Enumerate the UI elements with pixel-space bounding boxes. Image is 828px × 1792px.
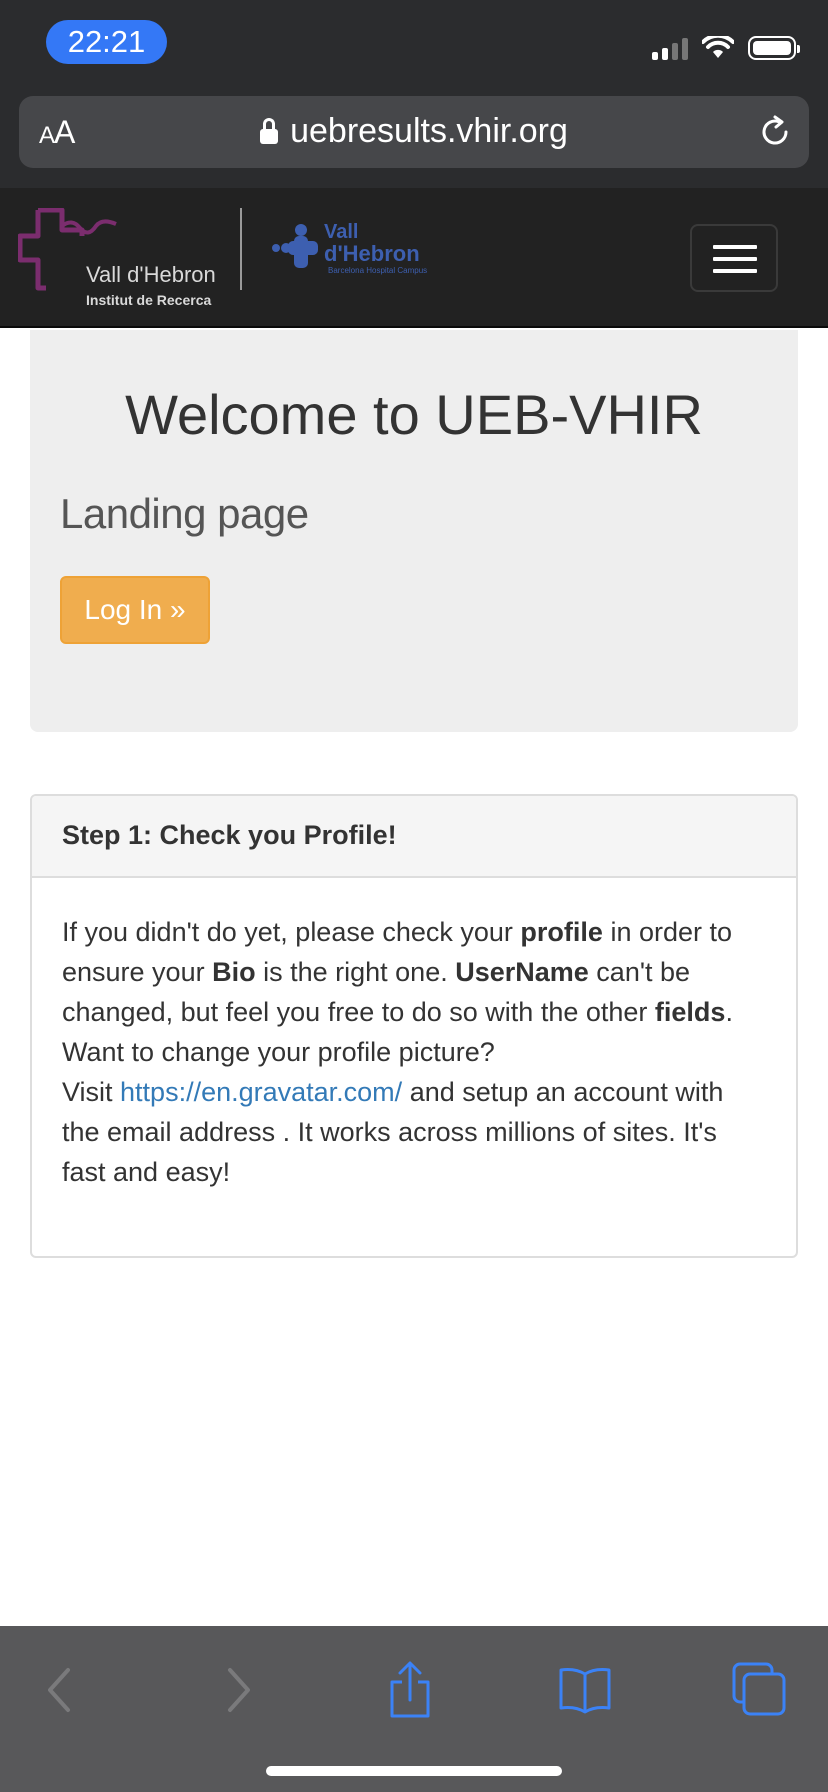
- home-indicator[interactable]: [266, 1766, 562, 1776]
- vhir-logo-subtitle: Institut de Recerca: [86, 292, 212, 308]
- address-bar[interactable]: AA uebresults.vhir.org: [19, 96, 809, 168]
- campus-cross-icon: [272, 224, 318, 268]
- browser-toolbar: [0, 1626, 828, 1792]
- tabs-icon[interactable]: [730, 1660, 790, 1720]
- reload-icon[interactable]: [757, 114, 793, 150]
- lock-icon: [260, 118, 279, 144]
- campus-logo-line1: Vall: [324, 221, 359, 243]
- vhir-logo[interactable]: Vall d'Hebron Institut de Recerca: [18, 208, 218, 308]
- profile-term: profile: [520, 917, 603, 947]
- site-header: Vall d'Hebron Institut de Recerca Vall d…: [0, 188, 828, 328]
- step1-panel: Step 1: Check you Profile! If you didn't…: [30, 794, 798, 1258]
- logo-divider: [240, 208, 242, 290]
- battery-icon: [748, 36, 800, 60]
- fields-term: fields: [654, 997, 726, 1027]
- hamburger-icon: [713, 245, 757, 249]
- vhir-logo-name: Vall d'Hebron: [86, 262, 216, 287]
- username-term: UserName: [455, 957, 589, 987]
- back-icon[interactable]: [32, 1660, 92, 1720]
- url-display[interactable]: uebresults.vhir.org: [19, 112, 809, 151]
- url-text: uebresults.vhir.org: [290, 112, 568, 150]
- profile-picture-question: Want to change your profile picture?: [62, 1037, 495, 1067]
- panel-body: If you didn't do yet, please check your …: [62, 917, 733, 1187]
- page-title: Welcome to UEB-VHIR: [125, 383, 703, 446]
- campus-logo-line3: Barcelona Hospital Campus: [328, 266, 428, 275]
- bio-term: Bio: [212, 957, 256, 987]
- status-icons: [652, 34, 800, 60]
- share-icon[interactable]: [380, 1660, 440, 1720]
- browser-address-area: AA uebresults.vhir.org: [0, 96, 828, 188]
- cellular-signal-icon: [652, 36, 688, 60]
- campus-logo-line2: d'Hebron: [324, 241, 420, 266]
- gravatar-link[interactable]: https://en.gravatar.com/: [120, 1077, 402, 1107]
- status-time[interactable]: 22:21: [46, 20, 167, 64]
- login-button[interactable]: Log In »: [60, 576, 210, 644]
- bookmarks-icon[interactable]: [555, 1660, 615, 1720]
- hamburger-menu-button[interactable]: [690, 224, 778, 292]
- forward-icon[interactable]: [206, 1660, 266, 1720]
- panel-heading: Step 1: Check you Profile!: [32, 796, 796, 878]
- welcome-jumbotron: Welcome to UEB-VHIR Landing page Log In …: [30, 330, 798, 732]
- status-bar: 22:21: [0, 0, 828, 96]
- wifi-icon: [702, 36, 734, 58]
- page-lead: Landing page: [60, 490, 309, 537]
- campus-logo[interactable]: Vall d'Hebron Barcelona Hospital Campus: [272, 222, 442, 282]
